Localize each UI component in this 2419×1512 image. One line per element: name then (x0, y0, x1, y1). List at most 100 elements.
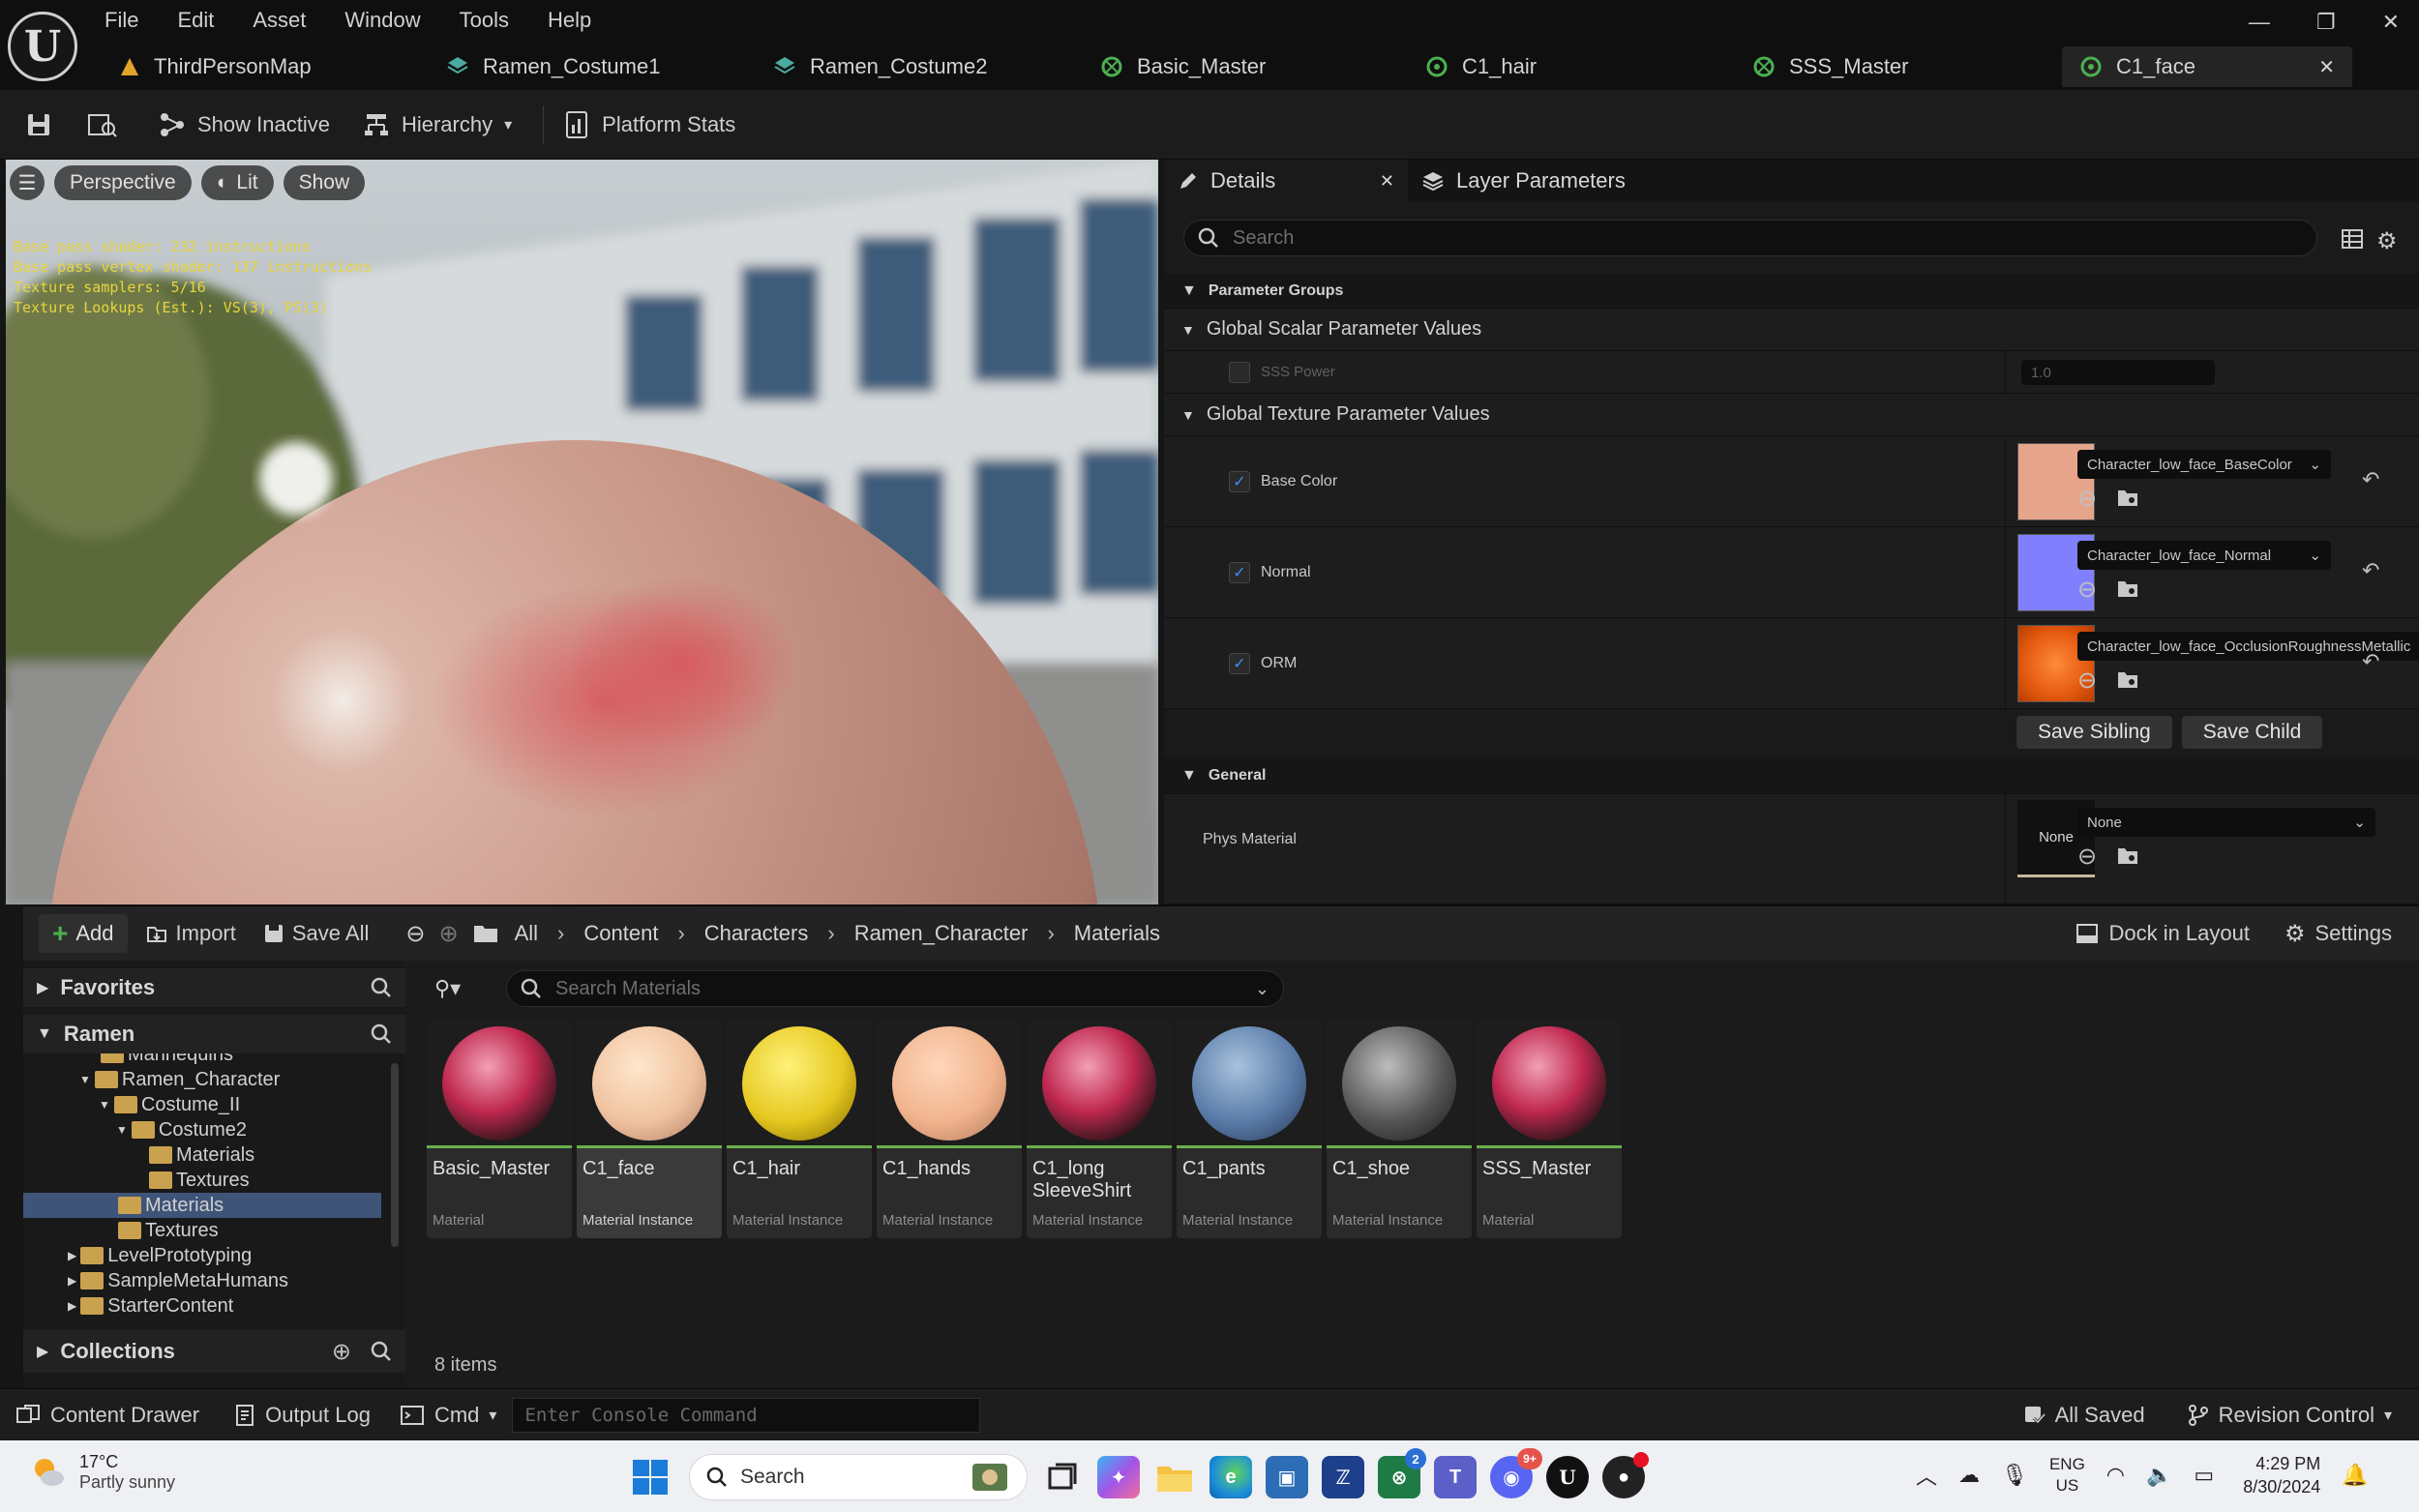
tree-item-costume-ii[interactable]: ▼ Costume_II (23, 1092, 391, 1117)
general-header[interactable]: ▼ General (1164, 757, 2419, 794)
tree-item-mannequins[interactable]: Mannequins (23, 1053, 391, 1067)
menu-edit[interactable]: Edit (177, 8, 214, 33)
microsoft-store-icon[interactable]: ▣ (1266, 1456, 1308, 1498)
tree-item-ramen-character[interactable]: ▼ Ramen_Character (23, 1067, 391, 1092)
sss-power-input[interactable]: 1.0 (2021, 360, 2215, 385)
browse-folder-icon[interactable] (2116, 845, 2139, 866)
breadcrumb-separator-icon[interactable]: › (1047, 921, 1054, 946)
save-child-button[interactable]: Save Child (2181, 716, 2323, 749)
orm-checkbox[interactable]: ✓ (1229, 653, 1250, 674)
search-icon[interactable] (371, 1023, 392, 1045)
unreal-engine-taskbar-icon[interactable]: U (1546, 1456, 1589, 1498)
menu-help[interactable]: Help (548, 8, 591, 33)
material-preview-viewport[interactable]: ☰ Perspective ◐ Lit Show Base pass shader… (6, 160, 1158, 904)
revision-control-button[interactable]: Revision Control ▾ (2188, 1403, 2392, 1428)
task-view-icon[interactable] (1041, 1456, 1084, 1498)
favorites-header[interactable]: ▶ Favorites (23, 968, 405, 1007)
details-search-input[interactable]: Search (1183, 220, 2317, 256)
maximize-icon[interactable]: ❐ (2316, 10, 2336, 35)
edge-browser-icon[interactable]: e (1210, 1456, 1252, 1498)
battery-icon[interactable]: ▭ (2194, 1463, 2214, 1488)
platform-stats-button[interactable]: Platform Stats (563, 110, 735, 139)
use-selected-icon[interactable]: ⊖ (2077, 576, 2097, 604)
tab-thirdpersonmap[interactable]: ThirdPersonMap (102, 46, 429, 87)
save-icon[interactable] (25, 111, 52, 138)
viewport-options-button[interactable]: ☰ (10, 165, 45, 200)
save-sibling-button[interactable]: Save Sibling (2016, 716, 2172, 749)
add-button[interactable]: + Add (39, 914, 128, 953)
discord-icon[interactable]: ◉ 9+ (1490, 1448, 1542, 1498)
search-icon[interactable] (371, 1341, 392, 1362)
perspective-button[interactable]: Perspective (54, 165, 192, 200)
content-drawer-button[interactable]: Content Drawer (15, 1403, 199, 1428)
breadcrumb-all[interactable]: All (515, 921, 538, 946)
menu-window[interactable]: Window (344, 8, 420, 33)
import-button[interactable]: Import (145, 921, 236, 946)
weather-widget[interactable]: 17°C Partly sunny (29, 1452, 175, 1493)
breadcrumb-ramen-character[interactable]: Ramen_Character (854, 921, 1029, 946)
show-button[interactable]: Show (283, 165, 366, 200)
windows-start-icon[interactable] (631, 1458, 670, 1497)
dock-in-layout-button[interactable]: Dock in Layout (2076, 921, 2250, 946)
tab-ramen-costume2[interactable]: Ramen_Costume2 (756, 46, 1083, 87)
collections-header[interactable]: ▶ Collections ⊕ (23, 1330, 405, 1373)
ramen-project-header[interactable]: ▼ Ramen (23, 1015, 405, 1053)
asset-tile-hovered[interactable]: C1_face Material Instance (577, 1021, 722, 1238)
xbox-icon[interactable]: ⊗ 2 (1378, 1448, 1426, 1498)
all-saved-button[interactable]: All Saved (2022, 1403, 2145, 1428)
tab-c1-hair[interactable]: C1_hair (1408, 46, 1735, 87)
breadcrumb-characters[interactable]: Characters (704, 921, 809, 946)
history-back-icon[interactable]: ⊖ (405, 920, 425, 948)
tree-item-costume2-materials[interactable]: Materials (23, 1142, 391, 1168)
teams-icon[interactable]: T (1434, 1456, 1477, 1498)
minimize-icon[interactable]: — (2249, 10, 2270, 35)
close-tab-icon[interactable]: ✕ (2318, 55, 2335, 79)
tab-basic-master[interactable]: Basic_Master (1083, 46, 1408, 87)
search-icon[interactable] (371, 977, 392, 998)
onedrive-icon[interactable]: ☁ (1958, 1463, 1980, 1488)
tree-scrollbar[interactable] (391, 1063, 399, 1247)
language-indicator[interactable]: ENG US (2049, 1454, 2085, 1497)
vs-code-icon[interactable]: ℤ (1322, 1456, 1364, 1498)
add-collection-icon[interactable]: ⊕ (332, 1338, 351, 1366)
phys-material-picker[interactable]: None ⌄ (2077, 808, 2375, 837)
tree-item-costume2[interactable]: ▼ Costume2 (23, 1117, 391, 1142)
base-color-checkbox[interactable]: ✓ (1229, 471, 1250, 492)
close-tab-icon[interactable]: ✕ (1380, 171, 1394, 192)
asset-tile[interactable]: SSS_Master Material (1477, 1021, 1622, 1238)
folder-icon[interactable] (472, 922, 499, 945)
tree-item-startercontent[interactable]: ▶ StarterContent (23, 1293, 391, 1319)
breadcrumb-separator-icon[interactable]: › (677, 921, 684, 946)
tab-layer-parameters[interactable]: Layer Parameters (1408, 160, 1639, 202)
tab-ramen-costume1[interactable]: Ramen_Costume1 (429, 46, 756, 87)
wifi-icon[interactable]: ◠ (2106, 1463, 2125, 1488)
asset-tile[interactable]: C1_shoe Material Instance (1327, 1021, 1472, 1238)
show-inactive-button[interactable]: Show Inactive (159, 111, 330, 138)
global-texture-header[interactable]: ▼ Global Texture Parameter Values (1164, 394, 2419, 436)
tree-item-costume2-textures[interactable]: Textures (23, 1168, 391, 1193)
breadcrumb-separator-icon[interactable]: › (827, 921, 834, 946)
use-selected-icon[interactable]: ⊖ (2077, 485, 2097, 513)
breadcrumb-content[interactable]: Content (583, 921, 658, 946)
global-scalar-header[interactable]: ▼ Global Scalar Parameter Values (1164, 309, 2419, 351)
volume-icon[interactable]: 🔈 (2146, 1463, 2172, 1488)
cmd-selector[interactable]: Cmd ▾ (400, 1403, 496, 1428)
texture-asset-picker[interactable]: Character_low_face_Normal ⌄ (2077, 541, 2331, 570)
notification-bell-icon[interactable]: 🔔 (2342, 1463, 2368, 1488)
asset-search-input[interactable]: Search Materials ⌄ (506, 970, 1284, 1007)
output-log-button[interactable]: Output Log (234, 1403, 371, 1428)
microphone-icon[interactable]: 🎙 (2001, 1463, 2028, 1488)
reset-to-default-icon[interactable]: ↶ (2362, 649, 2379, 674)
asset-tile[interactable]: C1_long SleeveShirt Material Instance (1027, 1021, 1172, 1238)
unreal-logo-icon[interactable]: U (8, 12, 77, 81)
breadcrumb-materials[interactable]: Materials (1074, 921, 1160, 946)
taskbar-search-box[interactable]: Search (689, 1454, 1028, 1500)
asset-tile[interactable]: C1_pants Material Instance (1177, 1021, 1322, 1238)
copilot-icon[interactable]: ✦ (1097, 1456, 1140, 1498)
parameter-groups-header[interactable]: ▼ Parameter Groups (1164, 274, 2419, 309)
use-selected-icon[interactable]: ⊖ (2077, 843, 2097, 871)
chevron-up-icon[interactable]: ︿ (1916, 1460, 1937, 1491)
history-forward-icon[interactable]: ⊕ (438, 920, 458, 948)
clock[interactable]: 4:29 PM 8/30/2024 (2243, 1452, 2320, 1498)
tree-item-samplemetahumans[interactable]: ▶ SampleMetaHumans (23, 1268, 391, 1293)
